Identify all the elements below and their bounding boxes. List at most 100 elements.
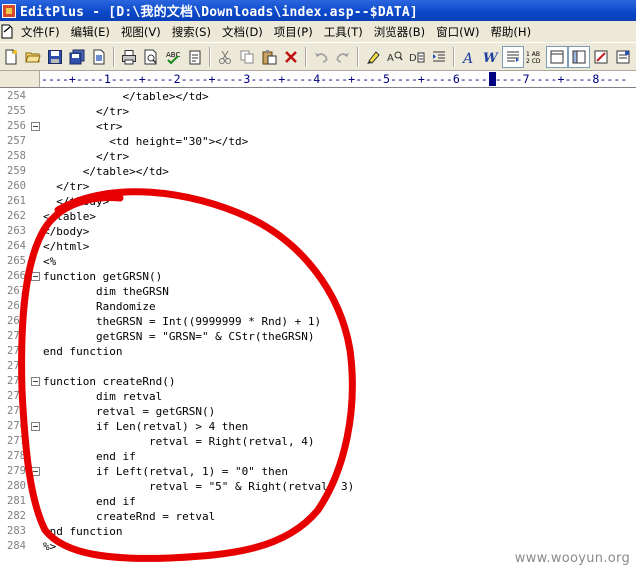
- line-number: 279: [7, 465, 26, 477]
- code-line[interactable]: 270 getGRSN = "GRSN=" & CStr(theGRSN): [0, 329, 636, 344]
- highlighter-icon[interactable]: [362, 46, 384, 68]
- ruler[interactable]: ----+----1----+----2----+----3----+----4…: [0, 71, 636, 88]
- save-icon[interactable]: [44, 46, 66, 68]
- code-line[interactable]: 275 retval = getGRSN(): [0, 404, 636, 419]
- code-line[interactable]: 256 <tr>: [0, 119, 636, 134]
- line-number: 282: [7, 510, 26, 522]
- menu-view[interactable]: 视图(V): [116, 24, 167, 40]
- delete-icon[interactable]: [280, 46, 302, 68]
- toolbar-separator: [209, 46, 211, 67]
- menu-help[interactable]: 帮助(H): [485, 24, 537, 40]
- line-number: 255: [7, 105, 26, 117]
- browser-icon[interactable]: [568, 45, 590, 68]
- redo-icon[interactable]: [332, 46, 354, 68]
- indent-icon[interactable]: [428, 46, 450, 68]
- editplus-app-icon[interactable]: [2, 3, 16, 18]
- menu-search[interactable]: 搜索(S): [167, 24, 217, 40]
- code-line[interactable]: 265 <%: [0, 254, 636, 269]
- line-number: 258: [7, 150, 26, 162]
- code-line[interactable]: 272: [0, 359, 636, 374]
- line-number: 274: [7, 390, 26, 402]
- watermark: www.wooyun.org: [514, 551, 630, 566]
- fold-toggle-icon[interactable]: [31, 467, 40, 476]
- menu-window[interactable]: 窗口(W): [431, 24, 485, 40]
- code-line[interactable]: 257 <td height="30"></td>: [0, 134, 636, 149]
- code-line[interactable]: 274 dim retval: [0, 389, 636, 404]
- line-number: 271: [7, 345, 26, 357]
- code-line[interactable]: 260 </tr>: [0, 179, 636, 194]
- code-line[interactable]: 277 retval = Right(retval, 4): [0, 434, 636, 449]
- svg-text:ABC: ABC: [166, 51, 180, 59]
- print-icon[interactable]: [118, 46, 140, 68]
- paragraph-icon[interactable]: [502, 45, 524, 68]
- copy-icon[interactable]: [236, 46, 258, 68]
- menu-browser[interactable]: 浏览器(B): [369, 24, 431, 40]
- code-line[interactable]: 258 </tr>: [0, 149, 636, 164]
- code-line[interactable]: 281 end if: [0, 494, 636, 509]
- code-line[interactable]: 283 end function: [0, 524, 636, 539]
- find-text-icon[interactable]: A: [384, 46, 406, 68]
- code-line[interactable]: 263 </body>: [0, 224, 636, 239]
- fold-toggle-icon[interactable]: [31, 122, 40, 131]
- line-number: 268: [7, 300, 26, 312]
- code-line[interactable]: 266 function getGRSN(): [0, 269, 636, 284]
- code-line[interactable]: 255 </tr>: [0, 104, 636, 119]
- code-line[interactable]: 278 end if: [0, 449, 636, 464]
- title-bar[interactable]: EditPlus - [D:\我的文档\Downloads\index.asp-…: [0, 0, 636, 21]
- menu-file[interactable]: 文件(F): [16, 24, 66, 40]
- cliptext-icon[interactable]: [590, 46, 612, 68]
- code-line[interactable]: 254 </table></td>: [0, 89, 636, 104]
- menu-edit[interactable]: 编辑(E): [66, 24, 116, 40]
- new-file-icon[interactable]: [0, 46, 22, 68]
- undo-icon[interactable]: [310, 46, 332, 68]
- menu-bar: 文件(F) 编辑(E) 视图(V) 搜索(S) 文档(D) 项目(P) 工具(T…: [0, 21, 636, 42]
- code-text: <tr>: [43, 120, 123, 133]
- line-number: 267: [7, 285, 26, 297]
- code-line[interactable]: 268 Randomize: [0, 299, 636, 314]
- open-folder-icon[interactable]: [22, 46, 44, 68]
- ruler-icon[interactable]: [546, 45, 568, 68]
- cut-icon[interactable]: [214, 46, 236, 68]
- spell-check-icon[interactable]: ABC: [162, 46, 184, 68]
- code-line[interactable]: 279 if Left(retval, 1) = "0" then: [0, 464, 636, 479]
- code-line[interactable]: 276 if Len(retval) > 4 then: [0, 419, 636, 434]
- code-text: function createRnd(): [43, 375, 176, 388]
- clipboard-history-icon[interactable]: [184, 46, 206, 68]
- menu-project[interactable]: 项目(P): [269, 24, 319, 40]
- print-preview-icon[interactable]: [140, 46, 162, 68]
- word-wrap-icon[interactable]: W: [480, 46, 502, 68]
- fold-toggle-icon[interactable]: [31, 422, 40, 431]
- code-line[interactable]: 271 end function: [0, 344, 636, 359]
- code-line[interactable]: 264 </html>: [0, 239, 636, 254]
- menu-document[interactable]: 文档(D): [217, 24, 269, 40]
- toolbar-separator: [357, 46, 359, 67]
- code-text: retval = getGRSN(): [43, 405, 216, 418]
- code-line[interactable]: 267 dim theGRSN: [0, 284, 636, 299]
- code-line[interactable]: 262 </table>: [0, 209, 636, 224]
- directory-icon[interactable]: [612, 46, 634, 68]
- code-line[interactable]: 280 retval = "5" & Right(retval, 3): [0, 479, 636, 494]
- fold-toggle-icon[interactable]: [31, 377, 40, 386]
- close-file-icon[interactable]: [88, 46, 110, 68]
- find-in-files-icon[interactable]: D: [406, 46, 428, 68]
- line-number-icon[interactable]: 1 AB 2 CD: [524, 46, 546, 68]
- toolbar: ABC A D A W 1 AB 2 CD: [0, 42, 636, 71]
- code-line[interactable]: 269 theGRSN = Int((9999999 * Rnd) + 1): [0, 314, 636, 329]
- fold-toggle-icon[interactable]: [31, 272, 40, 281]
- code-text: Randomize: [43, 300, 156, 313]
- font-icon[interactable]: A: [458, 46, 480, 68]
- paste-icon[interactable]: [258, 46, 280, 68]
- save-all-icon[interactable]: [66, 46, 88, 68]
- menu-tools[interactable]: 工具(T): [319, 24, 369, 40]
- code-editor[interactable]: 254 </table></td> 255 </tr> 256 <tr> 257 <t…: [0, 88, 636, 570]
- code-text: </tbody>: [43, 195, 110, 208]
- code-line[interactable]: 261 </tbody>: [0, 194, 636, 209]
- line-number: 256: [7, 120, 26, 132]
- code-line[interactable]: 273 function createRnd(): [0, 374, 636, 389]
- code-line[interactable]: 282 createRnd = retval: [0, 509, 636, 524]
- code-text: <td height="30"></td>: [43, 135, 249, 148]
- code-text: %>: [43, 540, 57, 553]
- document-icon[interactable]: [0, 24, 14, 39]
- code-line[interactable]: 259 </table></td>: [0, 164, 636, 179]
- code-text: dim theGRSN: [43, 285, 169, 298]
